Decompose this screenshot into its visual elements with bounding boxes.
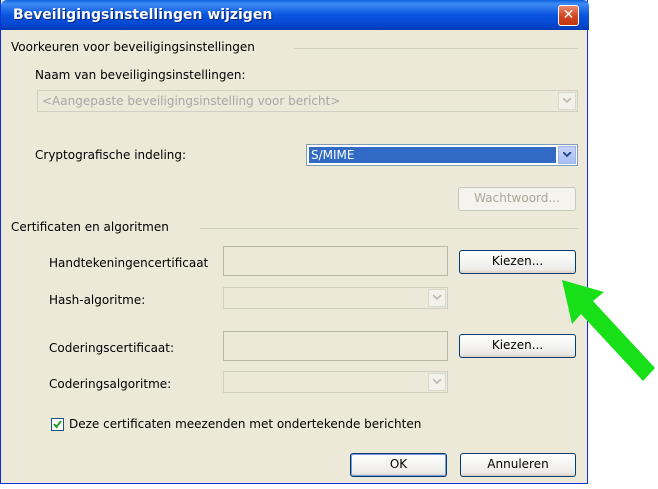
hash-algorithm-dropdown[interactable] [223, 287, 448, 309]
checkmark-icon [53, 420, 62, 429]
group-certs-divider [200, 228, 578, 229]
ok-button[interactable]: OK [350, 453, 447, 477]
crypto-format-value: S/MIME [309, 147, 556, 163]
password-button[interactable]: Wachtwoord... [458, 187, 576, 211]
chevron-down-icon[interactable] [428, 373, 446, 391]
send-certs-label[interactable]: Deze certificaten meezenden met ondertek… [69, 417, 421, 431]
enc-algorithm-dropdown[interactable] [223, 371, 448, 393]
close-button[interactable]: ✕ [558, 5, 579, 26]
security-setting-name-value: <Aangepaste beveiligingsinstelling voor … [42, 94, 341, 108]
choose-enc-cert-button[interactable]: Kiezen... [459, 334, 576, 358]
cancel-button[interactable]: Annuleren [460, 453, 576, 477]
sign-cert-field[interactable] [223, 246, 448, 276]
sign-cert-label: Handtekeningencertificaat [49, 256, 209, 270]
group-prefs-divider [294, 48, 578, 49]
green-arrow-icon [562, 280, 655, 381]
enc-cert-field[interactable] [223, 331, 448, 361]
name-label: Naam van beveiligingsinstellingen: [35, 68, 246, 82]
chevron-down-icon[interactable] [558, 146, 576, 164]
window-title: Beveiligingsinstellingen wijzigen [13, 7, 273, 23]
group-prefs-title: Voorkeuren voor beveiligingsinstellingen [11, 40, 255, 54]
title-bar[interactable]: Beveiligingsinstellingen wijzigen ✕ [1, 0, 589, 30]
send-certs-checkbox[interactable] [51, 418, 64, 431]
chevron-down-icon[interactable] [558, 92, 576, 110]
crypto-format-dropdown[interactable]: S/MIME [306, 144, 578, 166]
group-certs-title: Certificaten en algoritmen [11, 220, 169, 234]
enc-cert-label: Coderingscertificaat: [49, 341, 175, 355]
choose-sign-cert-button[interactable]: Kiezen... [459, 250, 576, 274]
chevron-down-icon[interactable] [428, 289, 446, 307]
security-setting-name-dropdown[interactable]: <Aangepaste beveiligingsinstelling voor … [37, 90, 578, 112]
enc-alg-label: Coderingsalgoritme: [49, 377, 172, 391]
close-icon: ✕ [562, 7, 575, 23]
dialog-window: Beveiligingsinstellingen wijzigen ✕ Voor… [0, 0, 589, 484]
hash-label: Hash-algoritme: [49, 293, 146, 307]
crypto-format-label: Cryptografische indeling: [35, 148, 187, 162]
